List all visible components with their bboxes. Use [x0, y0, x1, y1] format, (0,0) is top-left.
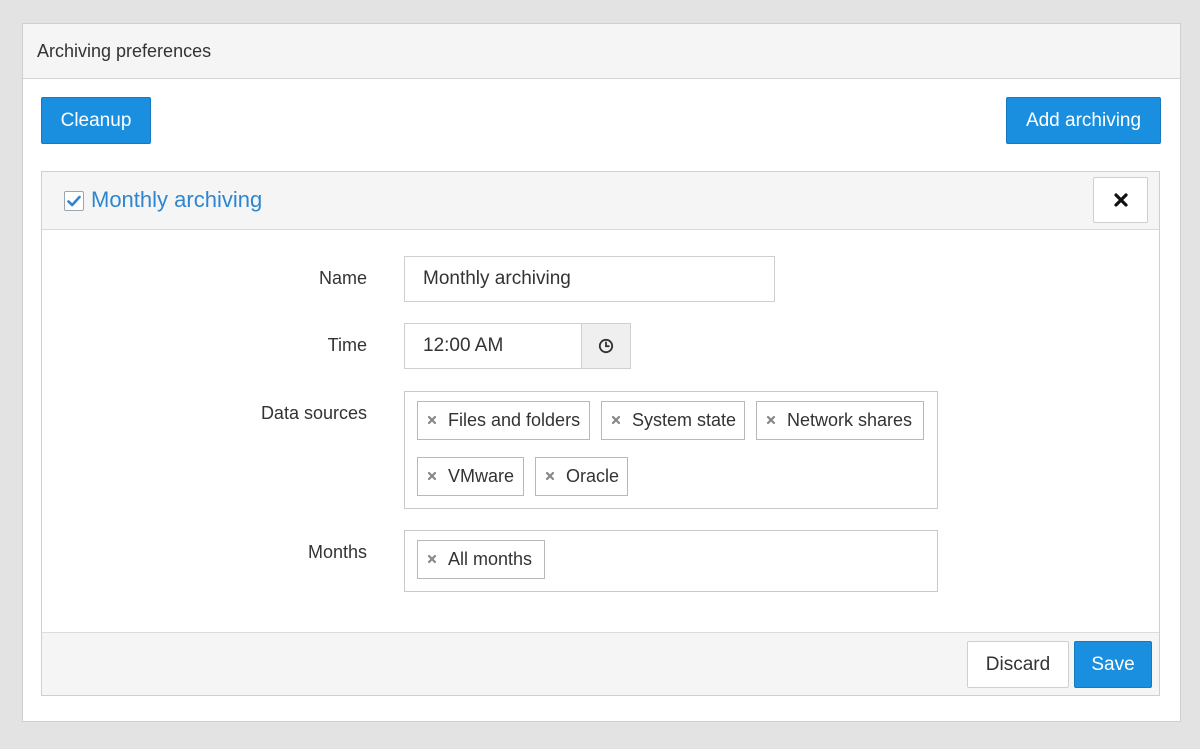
tag-label: Oracle [566, 466, 620, 486]
enabled-checkbox[interactable] [64, 191, 84, 211]
data-source-tag: VMware [417, 457, 524, 496]
data-source-tag: System state [601, 401, 745, 440]
time-label: Time [327, 335, 367, 355]
remove-tag-icon[interactable] [425, 552, 439, 566]
card-title[interactable]: Monthly archiving [91, 187, 262, 213]
time-picker-button[interactable] [581, 323, 631, 369]
months-label: Months [307, 542, 367, 562]
add-archiving-button[interactable]: Add archiving [1006, 97, 1161, 144]
tag-label: Network shares [787, 410, 913, 430]
clock-icon [598, 338, 614, 354]
remove-tag-icon[interactable] [609, 413, 623, 427]
panel-header: Archiving preferences [23, 24, 1180, 79]
month-tag: All months [417, 540, 545, 579]
remove-archiving-button[interactable] [1093, 177, 1148, 223]
panel-title: Archiving preferences [37, 40, 212, 61]
remove-tag-icon[interactable] [425, 469, 439, 483]
tag-label: System state [632, 410, 737, 430]
remove-tag-icon[interactable] [425, 413, 439, 427]
save-button[interactable]: Save [1074, 641, 1152, 688]
card-header: Monthly archiving [42, 172, 1159, 230]
data-sources-label: Data sources [260, 403, 367, 423]
name-label: Name [318, 268, 367, 288]
time-input-value: 12:00 AM [423, 335, 504, 356]
remove-tag-icon[interactable] [543, 469, 557, 483]
tag-label: Files and folders [448, 410, 581, 430]
discard-button[interactable]: Discard [967, 641, 1069, 688]
data-source-tag: Files and folders [417, 401, 590, 440]
data-source-tag: Oracle [535, 457, 628, 496]
data-source-tag: Network shares [756, 401, 924, 440]
close-icon [1113, 193, 1128, 207]
card-footer: Discard Save [42, 632, 1159, 695]
tag-label: VMware [448, 466, 515, 486]
name-input[interactable]: Monthly archiving [404, 256, 775, 302]
cleanup-button[interactable]: Cleanup [41, 97, 151, 144]
name-input-value: Monthly archiving [423, 268, 571, 289]
remove-tag-icon[interactable] [764, 413, 778, 427]
tag-label: All months [448, 549, 533, 569]
archiving-preferences-panel: Archiving preferences Cleanup Add archiv… [22, 23, 1181, 722]
months-field[interactable]: All months [404, 530, 938, 592]
data-sources-field[interactable]: Files and folders System state Network s… [404, 391, 938, 509]
time-input[interactable]: 12:00 AM [404, 323, 582, 369]
archiving-card: Monthly archiving Name Monthly archiving… [41, 171, 1160, 696]
checkmark-icon [67, 195, 81, 207]
